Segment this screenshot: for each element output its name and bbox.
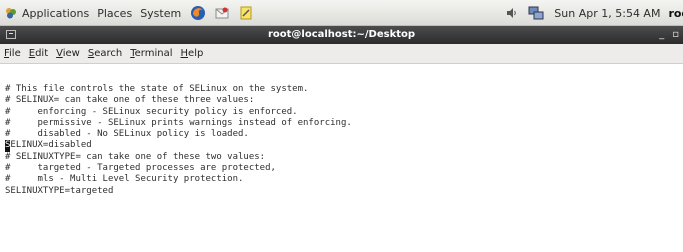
- cursor-line: S ELINUX=disabled: [5, 140, 352, 152]
- applications-icon: [6, 8, 16, 19]
- panel-menus: Applications Places System: [4, 0, 261, 26]
- window-title: root@localhost:~/Desktop: [267, 29, 416, 40]
- window-controls: _ ▫: [651, 26, 679, 44]
- help-label: elp: [188, 48, 204, 59]
- terminal-line: SELINUXTYPE=targeted: [5, 185, 114, 196]
- firefox-icon: [191, 6, 206, 20]
- view-label: iew: [62, 48, 80, 59]
- notes-icon: [240, 6, 252, 20]
- network-control[interactable]: [528, 5, 544, 21]
- terminal-lines: # This file controls the state of SELinu…: [5, 84, 352, 197]
- terminal-line: # targeted - Targeted processes are prot…: [5, 163, 276, 174]
- volume-control[interactable]: [506, 7, 518, 19]
- search-label: earch: [94, 48, 123, 59]
- system-menu[interactable]: System: [140, 7, 181, 20]
- places-label: Places: [97, 6, 133, 20]
- system-tray: Sun Apr 1, 5:54 AM roo: [506, 0, 683, 26]
- edit-label: dit: [35, 48, 49, 59]
- terminal-line: # SELINUXTYPE= can take one of these two…: [5, 151, 266, 162]
- places-menu[interactable]: Places: [97, 7, 132, 20]
- network-icon: [528, 6, 544, 20]
- terminal-menubar: File Edit View Search Terminal Help: [0, 44, 683, 64]
- mail-launcher[interactable]: [213, 4, 231, 22]
- terminal-line: # disabled - No SELinux policy is loaded…: [5, 129, 249, 140]
- terminal-line: # mls - Multi Level Security protection.: [5, 174, 244, 185]
- window-titlebar[interactable]: root@localhost:~/Desktop _ ▫: [0, 26, 683, 44]
- volume-icon: [507, 8, 517, 18]
- terminal-line: # SELINUX= can take one of these three v…: [5, 95, 255, 106]
- terminal-line: # permissive - SELinux prints warnings i…: [5, 117, 352, 128]
- help-menu[interactable]: Help: [181, 48, 204, 59]
- terminal-menu[interactable]: Terminal: [130, 48, 172, 59]
- system-label: System: [140, 6, 182, 20]
- notes-launcher[interactable]: [237, 4, 255, 22]
- view-mnemonic: V: [56, 48, 63, 59]
- top-panel: Applications Places System Sun Apr 1, 5:…: [0, 0, 683, 26]
- view-menu[interactable]: View: [56, 48, 80, 59]
- mail-icon: [215, 7, 229, 19]
- search-menu[interactable]: Search: [88, 48, 122, 59]
- user-menu[interactable]: roo: [668, 7, 683, 20]
- help-mnemonic: H: [180, 48, 189, 59]
- file-menu[interactable]: File: [4, 48, 21, 59]
- minimize-button[interactable]: _: [659, 26, 664, 44]
- panel-clock[interactable]: Sun Apr 1, 5:54 AM: [554, 7, 660, 20]
- applications-label: Applications: [22, 6, 90, 20]
- terminal-output[interactable]: # This file controls the state of SELinu…: [0, 64, 683, 252]
- terminal-label: erminal: [134, 48, 173, 59]
- edit-menu[interactable]: Edit: [29, 48, 48, 59]
- applications-menu[interactable]: Applications: [4, 6, 89, 20]
- cursor-line-text: ELINUX=disabled: [10, 140, 92, 151]
- terminal-line: # This file controls the state of SELinu…: [5, 84, 309, 94]
- firefox-launcher[interactable]: [189, 4, 207, 22]
- terminal-line: # enforcing - SELinux security policy is…: [5, 106, 298, 117]
- file-label: ile: [9, 48, 21, 59]
- maximize-button[interactable]: ▫: [672, 26, 679, 44]
